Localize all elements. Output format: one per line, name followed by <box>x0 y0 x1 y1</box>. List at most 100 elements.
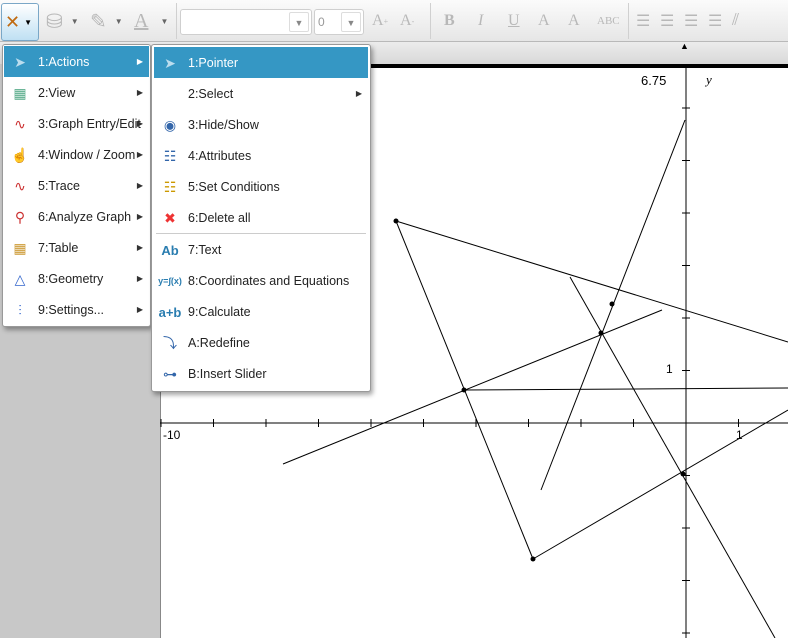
menu-item-window-zoom[interactable]: ☝ 4:Window / Zoom ▶ <box>4 139 149 170</box>
toolbar: ✕ ▼ ⛁ ▼ ✎ ▼ A ▼ ▼ 0 ▼ A + A- B I U A A ABC ☰ ☰… <box>0 0 788 42</box>
italic-button[interactable]: I <box>478 4 483 38</box>
text-color-button[interactable]: A ▼ <box>134 4 168 38</box>
chevron-right-icon: ▶ <box>136 274 143 283</box>
view-icon: ▦ <box>13 84 27 101</box>
subscript-button[interactable]: A <box>568 4 580 38</box>
y-max-label: 6.75 <box>641 73 667 88</box>
attributes-icon: ☷ <box>163 147 177 164</box>
line-color-button[interactable]: ✎ ▼ <box>90 4 123 38</box>
menu-item-select[interactable]: 2:Select ▶ <box>154 78 368 109</box>
menu-item-label: 4:Attributes <box>188 148 252 163</box>
chevron-right-icon: ▶ <box>136 181 143 190</box>
point <box>393 218 399 224</box>
bold-button[interactable]: B <box>444 4 455 38</box>
menu-item-analyze-graph[interactable]: ⚲ 6:Analyze Graph ▶ <box>4 201 149 232</box>
menu-item-pointer[interactable]: ➤ 1:Pointer <box>154 47 368 78</box>
menu-item-label: 6:Analyze Graph <box>38 209 132 224</box>
redefine-icon: ⤵ <box>163 335 177 351</box>
menu-item-label: 2:View <box>38 85 76 100</box>
menu-item-set-conditions[interactable]: ☷ 5:Set Conditions <box>154 171 368 202</box>
point <box>598 330 604 336</box>
actions-submenu: ➤ 1:Pointer 2:Select ▶ ◉ 3:Hide/Show ☷ 4:Attrib… <box>151 44 371 392</box>
menu-item-actions[interactable]: ➤ 1:Actions ▶ <box>4 46 149 77</box>
window-zoom-icon: ☝ <box>11 146 29 163</box>
clear-format-button[interactable]: ⫽ <box>732 4 739 38</box>
shrink-font-button[interactable]: A- <box>400 4 414 38</box>
settings-icon: ⫶ <box>18 301 22 318</box>
menu-item-label: 5:Set Conditions <box>188 179 280 194</box>
set-conditions-icon: ☷ <box>163 178 177 195</box>
chevron-right-icon: ▶ <box>136 150 143 159</box>
menu-item-calculate[interactable]: a+b 9:Calculate <box>154 296 368 327</box>
menu-item-label: 9:Calculate <box>188 304 251 319</box>
menu-item-label: 3:Graph Entry/Edit <box>38 116 141 131</box>
menu-item-label: 7:Table <box>38 240 79 255</box>
fill-color-button[interactable]: ⛁ ▼ <box>46 4 79 38</box>
table-icon: ▦ <box>13 239 27 256</box>
menu-item-label: 7:Text <box>188 242 222 257</box>
calculate-icon: a+b <box>158 304 182 320</box>
geometry-icon: △ <box>14 270 26 287</box>
y-axis-label: y <box>706 72 712 87</box>
slider-icon: ⊶ <box>163 365 177 382</box>
superscript-button[interactable]: A <box>538 4 550 38</box>
strikethrough-button[interactable]: ABC <box>597 4 620 38</box>
menu-item-text[interactable]: Ab 7:Text <box>154 234 368 265</box>
menu-item-label: 2:Select <box>188 86 234 101</box>
chevron-right-icon: ▶ <box>136 57 143 66</box>
menu-item-graph-entry-edit[interactable]: ∿ 3:Graph Entry/Edit ▶ <box>4 108 149 139</box>
point <box>530 556 536 562</box>
menu-item-label: 8:Coordinates and Equations <box>188 273 350 288</box>
fill-icon: ⛁ <box>46 10 63 33</box>
tools-menu: ➤ 1:Actions ▶ ▦ 2:View ▶ ∿ 3:Graph Entry/Edit ▶ ☝… <box>2 44 151 327</box>
geometry-line <box>463 387 788 391</box>
point <box>680 471 686 477</box>
align-left-button[interactable]: ☰ <box>636 4 650 38</box>
menu-item-insert-slider[interactable]: ⊶ B:Insert Slider <box>154 358 368 389</box>
menu-item-label: A:Redefine <box>188 335 250 350</box>
menu-item-label: 8:Geometry <box>38 271 104 286</box>
chevron-right-icon: ▶ <box>136 212 143 221</box>
menu-item-hide-show[interactable]: ◉ 3:Hide/Show <box>154 109 368 140</box>
collapse-toolbar-icon[interactable]: ▲ <box>680 41 689 51</box>
menu-item-delete-all[interactable]: ✖ 6:Delete all <box>154 202 368 233</box>
font-name-select[interactable]: ▼ <box>180 9 312 35</box>
menu-item-label: 4:Window / Zoom <box>38 147 136 162</box>
menu-item-label: 6:Delete all <box>188 210 251 225</box>
point <box>461 387 467 393</box>
font-size-select[interactable]: 0 ▼ <box>314 9 364 35</box>
x-tick-label: 1 <box>736 428 743 442</box>
trace-icon: ∿ <box>14 177 26 194</box>
pointer-icon: ➤ <box>164 54 176 71</box>
grow-font-button[interactable]: A + <box>372 4 388 38</box>
menu-item-trace[interactable]: ∿ 5:Trace ▶ <box>4 170 149 201</box>
chevron-down-icon: ▼ <box>289 12 309 32</box>
chevron-right-icon: ▶ <box>136 243 143 252</box>
text-icon: Ab <box>161 242 179 258</box>
menu-item-redefine[interactable]: ⤵ A:Redefine <box>154 327 368 358</box>
chevron-right-icon: ▶ <box>355 89 362 98</box>
geometry-line <box>395 220 788 343</box>
x-min-label: -10 <box>163 428 181 442</box>
delete-icon: ✖ <box>164 209 176 226</box>
pointer-icon: ➤ <box>14 53 26 70</box>
underline-button[interactable]: U <box>508 4 520 38</box>
menu-item-geometry[interactable]: △ 8:Geometry ▶ <box>4 263 149 294</box>
coordinates-icon: y=∫(x) <box>158 276 182 286</box>
menu-item-label: B:Insert Slider <box>188 366 267 381</box>
menu-item-table[interactable]: ▦ 7:Table ▶ <box>4 232 149 263</box>
menu-item-settings[interactable]: ⫶ 9:Settings... ▶ <box>4 294 149 325</box>
align-right-button[interactable]: ☰ <box>684 4 698 38</box>
geometry-line <box>532 409 788 560</box>
eye-icon: ◉ <box>163 116 177 133</box>
tools-menu-button[interactable]: ✕ ▼ <box>1 3 39 41</box>
menu-item-coordinates-and-equations[interactable]: y=∫(x) 8:Coordinates and Equations <box>154 265 368 296</box>
menu-item-attributes[interactable]: ☷ 4:Attributes <box>154 140 368 171</box>
menu-item-label: 1:Pointer <box>188 55 239 70</box>
tools-icon: ✕ <box>5 11 21 32</box>
menu-item-view[interactable]: ▦ 2:View ▶ <box>4 77 149 108</box>
graph-entry-icon: ∿ <box>14 115 26 132</box>
point <box>609 301 615 307</box>
justify-button[interactable]: ☰ <box>708 4 722 38</box>
align-center-button[interactable]: ☰ <box>660 4 674 38</box>
